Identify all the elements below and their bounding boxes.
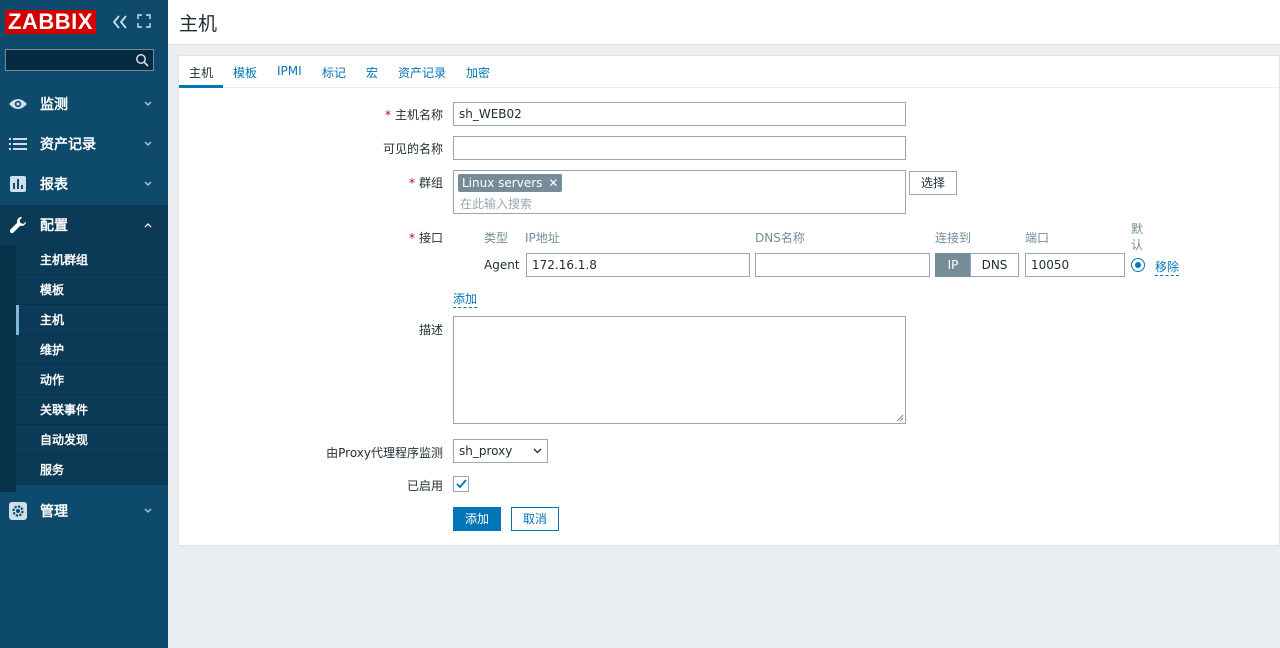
menu-label: 资产记录 <box>40 137 96 153</box>
host-name-label-text: 主机名称 <box>394 108 443 122</box>
interface-ip-input[interactable]: 172.16.1.8 <box>526 253 750 277</box>
interface-dns-header: DNS名称 <box>755 231 805 245</box>
enabled-checkbox[interactable] <box>453 476 469 492</box>
checkmark-icon <box>456 479 467 489</box>
submenu-item-templates[interactable]: 模板 <box>16 275 168 305</box>
interface-type-header: 类型 <box>484 231 509 245</box>
interface-ip-header: IP地址 <box>525 231 560 245</box>
interface-connect-header: 连接到 <box>935 231 972 245</box>
search-icon[interactable] <box>135 53 149 67</box>
eye-icon <box>8 94 28 114</box>
menu-configuration[interactable]: 配置 <box>0 205 168 245</box>
interface-type-value: Agent <box>484 258 520 272</box>
fullscreen-icon[interactable] <box>137 14 151 28</box>
groups-search-placeholder[interactable]: 在此输入搜索 <box>460 193 532 215</box>
cancel-button[interactable]: 取消 <box>511 507 559 531</box>
interfaces-label-text: 接口 <box>418 231 443 245</box>
remove-interface-link[interactable]: 移除 <box>1155 258 1180 276</box>
connect-ip-toggle[interactable]: IP <box>935 253 971 277</box>
tab-encryption[interactable]: 加密 <box>466 64 490 81</box>
select-groups-button[interactable]: 选择 <box>909 171 957 195</box>
chevron-down-icon <box>144 506 154 517</box>
sidebar-search-input[interactable] <box>5 49 154 71</box>
submenu-item-actions[interactable]: 动作 <box>16 365 168 395</box>
groups-label-text: 群组 <box>418 176 443 190</box>
tab-macros[interactable]: 宏 <box>366 64 378 81</box>
submenu-item-maintenance[interactable]: 维护 <box>16 335 168 365</box>
close-icon[interactable]: ✕ <box>548 174 558 192</box>
menu-reports[interactable]: 报表 <box>0 164 168 204</box>
zabbix-logo[interactable]: ZABBIX <box>5 10 96 34</box>
sidebar: ZABBIX 监测 资产记录 报表 配置 主机群组 模板 主机 维护 动作 关联… <box>0 0 168 648</box>
menu-administration[interactable]: 管理 <box>0 491 168 531</box>
required-mark: * <box>408 231 415 245</box>
interface-default-header: 默认 <box>1131 222 1144 252</box>
enabled-label: 已启用 <box>406 479 443 493</box>
submenu-item-hosts[interactable]: 主机 <box>16 305 168 335</box>
interface-port-input[interactable]: 10050 <box>1025 253 1125 277</box>
group-chip: Linux servers ✕ <box>458 174 563 192</box>
gear-icon <box>8 501 28 521</box>
interface-port-header: 端口 <box>1025 231 1050 245</box>
description-textarea[interactable] <box>453 316 906 424</box>
tab-tags[interactable]: 标记 <box>322 64 346 81</box>
menu-label: 监测 <box>40 97 68 113</box>
host-name-input[interactable]: sh_WEB02 <box>453 102 906 126</box>
proxy-select-value: sh_proxy <box>459 444 513 458</box>
chevron-down-icon <box>144 99 154 110</box>
chevron-down-icon <box>144 139 154 150</box>
group-chip-label: Linux servers <box>462 176 543 190</box>
menu-label: 管理 <box>40 504 68 520</box>
list-icon <box>8 134 28 154</box>
page-title: 主机 <box>179 13 218 35</box>
required-mark: * <box>408 176 415 190</box>
required-mark: * <box>384 108 391 122</box>
tab-host[interactable]: 主机 <box>189 64 213 81</box>
chevron-down-icon <box>144 179 154 190</box>
proxy-select[interactable]: sh_proxy <box>453 439 548 463</box>
menu-label: 配置 <box>40 218 68 234</box>
chevron-down-icon <box>533 448 542 454</box>
page-header: 主机 <box>168 0 1280 45</box>
submenu-item-services[interactable]: 服务 <box>16 455 168 485</box>
proxy-label: 由Proxy代理程序监测 <box>326 446 443 460</box>
add-button[interactable]: 添加 <box>453 507 501 531</box>
submenu-item-discovery[interactable]: 自动发现 <box>16 425 168 455</box>
interfaces-label: * 接口 <box>300 229 443 246</box>
visible-name-label: 可见的名称 <box>382 142 443 156</box>
resize-handle-icon[interactable] <box>896 414 904 422</box>
interface-dns-input[interactable] <box>755 253 930 277</box>
menu-inventory[interactable]: 资产记录 <box>0 124 168 164</box>
host-name-label: * 主机名称 <box>300 106 443 123</box>
groups-label: * 群组 <box>300 174 443 191</box>
bar-chart-icon <box>8 174 28 194</box>
default-interface-radio[interactable] <box>1131 258 1145 272</box>
submenu-indent <box>0 245 16 492</box>
host-form-panel: 主机 模板 IPMI 标记 宏 资产记录 加密 <box>178 55 1280 546</box>
double-chevron-left-icon[interactable] <box>111 12 129 32</box>
tab-ipmi[interactable]: IPMI <box>277 64 302 78</box>
description-label: 描述 <box>418 323 443 337</box>
menu-label: 报表 <box>40 177 68 193</box>
tab-templates[interactable]: 模板 <box>233 64 257 81</box>
menu-monitoring[interactable]: 监测 <box>0 84 168 124</box>
active-tab-indicator <box>179 85 223 88</box>
configuration-submenu: 主机群组 模板 主机 维护 动作 关联事件 自动发现 服务 <box>16 245 168 485</box>
groups-multiselect[interactable]: Linux servers ✕ 在此输入搜索 <box>453 170 906 214</box>
wrench-icon <box>8 215 28 235</box>
submenu-item-host-groups[interactable]: 主机群组 <box>16 245 168 275</box>
submenu-item-event-correlation[interactable]: 关联事件 <box>16 395 168 425</box>
tab-bar: 主机 模板 IPMI 标记 宏 资产记录 加密 <box>179 56 1279 88</box>
add-interface-link[interactable]: 添加 <box>453 290 478 308</box>
tab-inventory[interactable]: 资产记录 <box>398 64 446 81</box>
connect-dns-toggle[interactable]: DNS <box>970 253 1019 277</box>
visible-name-input[interactable] <box>453 136 906 160</box>
chevron-up-icon <box>144 220 154 231</box>
